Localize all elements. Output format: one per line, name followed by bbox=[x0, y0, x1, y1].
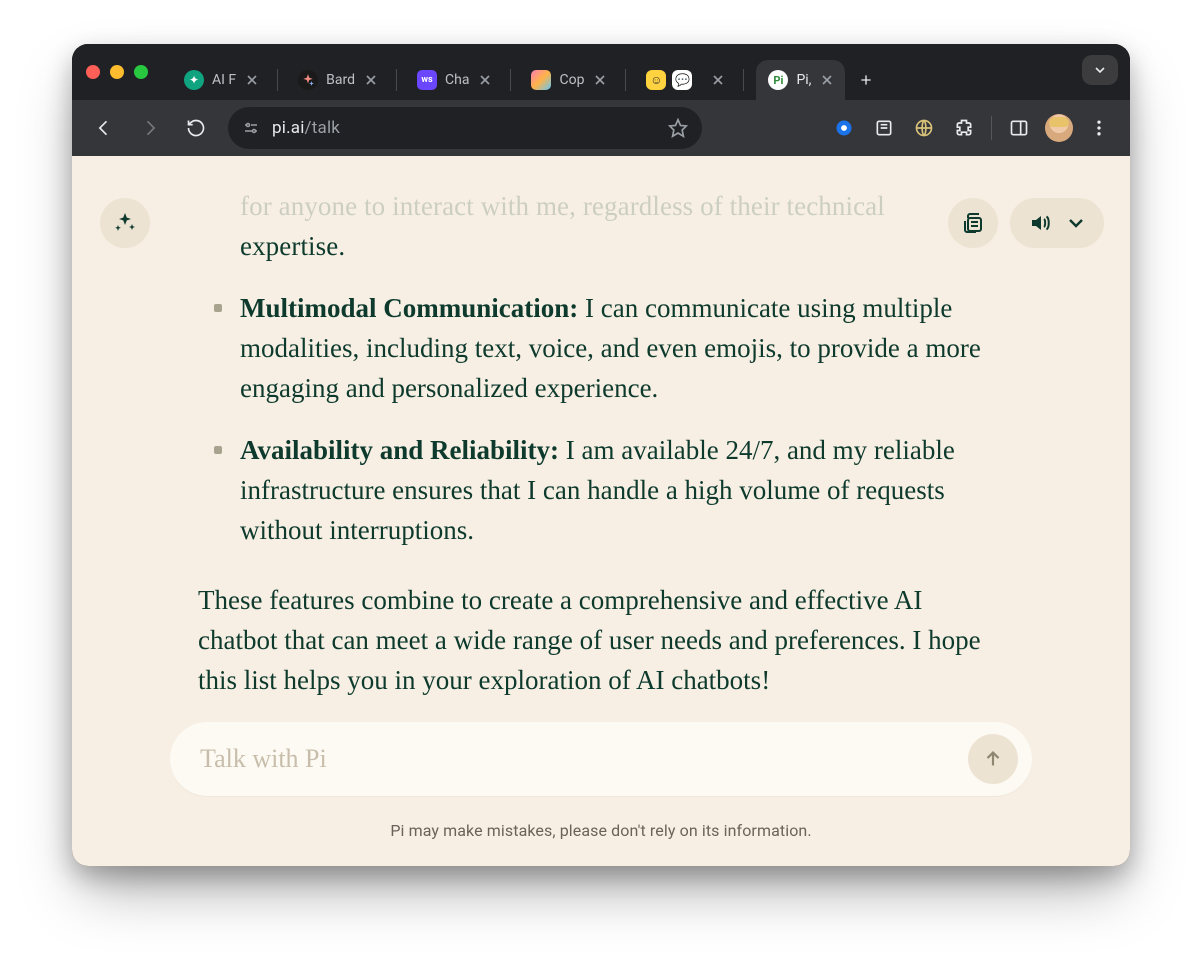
list-item: Availability and Reliability: I am avail… bbox=[240, 430, 1004, 550]
extension-globe-icon[interactable] bbox=[905, 109, 943, 147]
tab-close-icon[interactable] bbox=[819, 72, 835, 88]
tab-close-icon[interactable] bbox=[244, 72, 260, 88]
window-close-icon[interactable] bbox=[86, 65, 100, 79]
tab-separator bbox=[497, 60, 523, 100]
tab-separator bbox=[264, 60, 290, 100]
profile-avatar[interactable] bbox=[1040, 109, 1078, 147]
tab-close-icon[interactable] bbox=[592, 72, 608, 88]
url-path: /talk bbox=[305, 118, 341, 138]
audio-toggle[interactable] bbox=[1010, 198, 1104, 248]
favicon-icon: Pi bbox=[768, 70, 788, 90]
tab-item[interactable]: Cop bbox=[523, 60, 612, 100]
new-tab-button[interactable] bbox=[851, 65, 881, 95]
url-host: pi.ai bbox=[272, 118, 305, 138]
tab-label: Cha bbox=[445, 72, 469, 88]
favicon-icon: ✦ bbox=[184, 70, 204, 90]
toolbar-separator bbox=[991, 116, 992, 140]
chat-input[interactable]: Talk with Pi bbox=[170, 722, 1032, 796]
chat-input-placeholder: Talk with Pi bbox=[200, 744, 968, 774]
chevron-down-icon bbox=[1064, 211, 1088, 235]
closing-text: These features combine to create a compr… bbox=[198, 580, 1004, 700]
window-zoom-icon[interactable] bbox=[134, 65, 148, 79]
favicon-icon: ws bbox=[417, 70, 437, 90]
tab-separator bbox=[612, 60, 638, 100]
list-item-title: Multimodal Communication: bbox=[240, 293, 578, 323]
site-settings-icon[interactable] bbox=[242, 119, 260, 137]
tab-separator bbox=[730, 60, 756, 100]
send-button[interactable] bbox=[968, 734, 1018, 784]
extensions-button[interactable] bbox=[945, 109, 983, 147]
tab-close-icon[interactable] bbox=[710, 72, 726, 88]
url-text: pi.ai/talk bbox=[272, 118, 668, 138]
faded-text: for anyone to interact with me, regardle… bbox=[240, 191, 885, 221]
tabs: ✦ AI F Bard bbox=[176, 44, 1082, 100]
speaker-icon bbox=[1028, 211, 1052, 235]
visible-text: expertise. bbox=[240, 226, 1004, 266]
sparkle-button[interactable] bbox=[100, 198, 150, 248]
sidepanel-button[interactable] bbox=[1000, 109, 1038, 147]
partial-text: for anyone to interact with me, regardle… bbox=[240, 186, 1004, 266]
tabstrip-right bbox=[1082, 44, 1118, 100]
extension-record-icon[interactable] bbox=[825, 109, 863, 147]
nav-back-button[interactable] bbox=[84, 108, 124, 148]
page-content: for anyone to interact with me, regardle… bbox=[72, 156, 1130, 866]
omnibox[interactable]: pi.ai/talk bbox=[228, 107, 702, 149]
tab-label: Bard bbox=[326, 72, 355, 88]
tab-close-icon[interactable] bbox=[363, 72, 379, 88]
list-item-title: Availability and Reliability: bbox=[240, 435, 559, 465]
favicon-icon bbox=[531, 70, 551, 90]
tab-item[interactable]: Bard bbox=[290, 60, 383, 100]
toolbar-right bbox=[825, 109, 1118, 147]
bookmark-button[interactable] bbox=[668, 118, 688, 138]
chrome-menu-button[interactable] bbox=[1080, 109, 1118, 147]
feature-list: Multimodal Communication: I can communic… bbox=[240, 288, 1004, 550]
nav-forward-button[interactable] bbox=[130, 108, 170, 148]
tab-label: AI F bbox=[212, 72, 236, 88]
tab-label: Cop bbox=[559, 72, 584, 88]
extension-reader-icon[interactable] bbox=[865, 109, 903, 147]
tab-item-active[interactable]: Pi Pi, bbox=[756, 60, 845, 100]
tab-separator bbox=[383, 60, 409, 100]
tab-item[interactable]: ✦ AI F bbox=[176, 60, 264, 100]
tab-label: Pi, bbox=[796, 72, 811, 88]
toolbar: pi.ai/talk bbox=[72, 100, 1130, 156]
tabs-dropdown-button[interactable] bbox=[1082, 55, 1118, 85]
tab-strip: ✦ AI F Bard bbox=[72, 44, 1130, 100]
favicon-icon bbox=[298, 70, 318, 90]
assistant-message: for anyone to interact with me, regardle… bbox=[198, 156, 1004, 727]
window-minimize-icon[interactable] bbox=[110, 65, 124, 79]
browser-window: ✦ AI F Bard bbox=[72, 44, 1130, 866]
window-controls bbox=[86, 44, 176, 100]
disclaimer-text: Pi may make mistakes, please don't rely … bbox=[72, 821, 1130, 840]
avatar-icon bbox=[1045, 114, 1073, 142]
list-item: Multimodal Communication: I can communic… bbox=[240, 288, 1004, 408]
stage: ✦ AI F Bard bbox=[0, 0, 1200, 973]
favicon-icon: 💬 bbox=[672, 70, 692, 90]
nav-reload-button[interactable] bbox=[176, 108, 216, 148]
tab-item[interactable]: ws Cha bbox=[409, 60, 497, 100]
favicon-icon: ☺ bbox=[646, 70, 666, 90]
tab-close-icon[interactable] bbox=[477, 72, 493, 88]
tab-item[interactable]: ☺ 💬 bbox=[638, 60, 730, 100]
